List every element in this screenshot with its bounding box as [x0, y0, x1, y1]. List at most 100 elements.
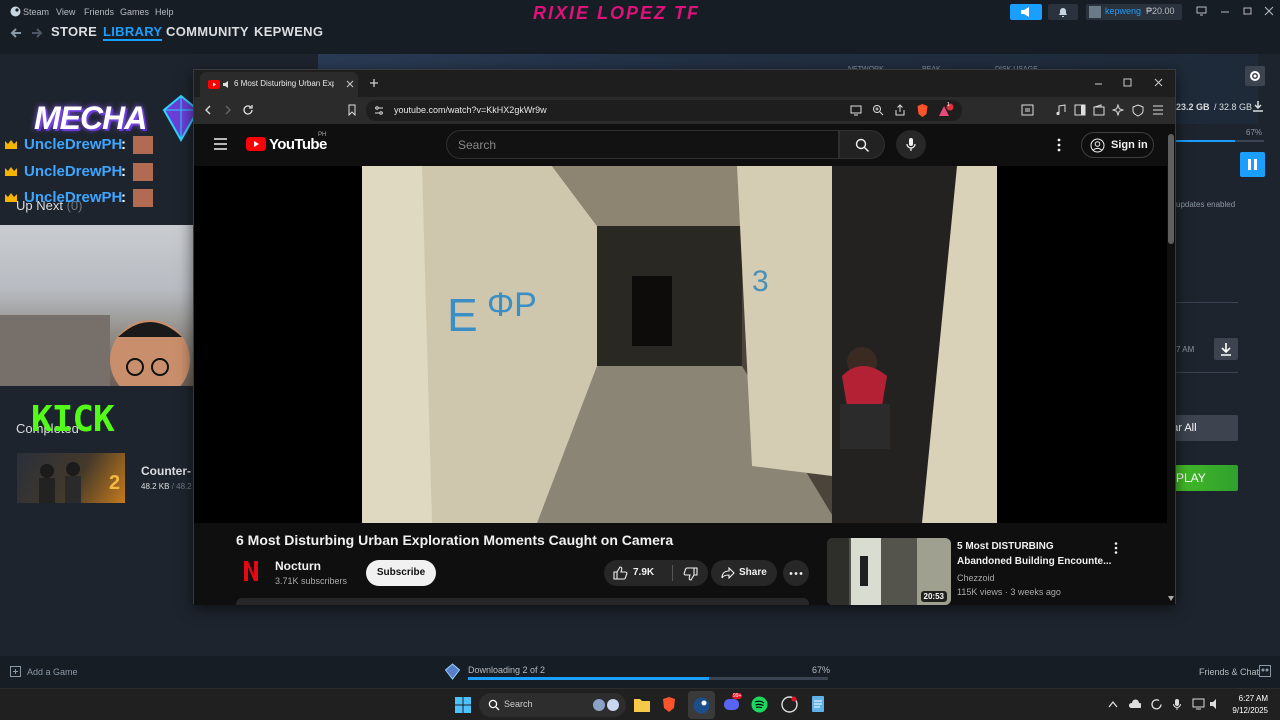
- brave-browser-icon[interactable]: [662, 696, 676, 713]
- clear-all-button[interactable]: ear All: [1166, 415, 1238, 441]
- divider: [1176, 302, 1238, 303]
- clock-date[interactable]: 9/12/2025: [1226, 706, 1268, 715]
- reader-mode-icon[interactable]: [1021, 104, 1034, 116]
- back-arrow-icon[interactable]: [9, 26, 23, 40]
- menu-icon[interactable]: [1152, 105, 1164, 115]
- video-details: 6 Most Disturbing Urban Exploration Mome…: [194, 523, 1167, 605]
- display-icon[interactable]: [1192, 698, 1205, 710]
- wallet-balance: ₱20.00: [1146, 6, 1175, 16]
- windows-start-icon[interactable]: [455, 697, 471, 713]
- search-input[interactable]: Search: [446, 130, 839, 159]
- menu-friends[interactable]: Friends: [84, 7, 114, 17]
- queue-download-button[interactable]: [1214, 338, 1238, 360]
- steam-taskbar-button[interactable]: [688, 691, 715, 719]
- sidebar-icon[interactable]: [1074, 104, 1086, 116]
- notifications-button[interactable]: [1048, 4, 1078, 20]
- clock-time[interactable]: 6:27 AM: [1236, 694, 1268, 703]
- vpn-icon[interactable]: [1132, 104, 1144, 117]
- friends-chat-label[interactable]: Friends & Chat: [1199, 667, 1259, 677]
- leo-ai-icon[interactable]: [1112, 104, 1124, 116]
- back-icon[interactable]: [203, 105, 213, 115]
- completed-game-capsule[interactable]: 2: [17, 453, 125, 503]
- maximize-icon[interactable]: [1123, 78, 1132, 87]
- reload-icon[interactable]: [242, 104, 254, 116]
- page-scrollbar[interactable]: [1167, 124, 1175, 605]
- spotify-icon[interactable]: [751, 696, 768, 713]
- close-icon[interactable]: [1154, 78, 1163, 87]
- add-game-label[interactable]: Add a Game: [27, 667, 78, 677]
- account-menu[interactable]: kepweng ₱20.00: [1086, 4, 1182, 20]
- microphone-icon[interactable]: [1172, 698, 1182, 711]
- menu-steam[interactable]: Steam: [23, 7, 49, 17]
- tab-profile[interactable]: KEPWENG: [254, 24, 323, 39]
- channel-name[interactable]: Nocturn: [275, 559, 321, 573]
- more-options-icon[interactable]: [1114, 542, 1118, 554]
- search-button[interactable]: [839, 130, 885, 159]
- wallet-icon[interactable]: [1093, 104, 1105, 116]
- menu-view[interactable]: View: [56, 7, 75, 17]
- friends-icon[interactable]: [1259, 665, 1271, 677]
- minimize-icon[interactable]: [1094, 79, 1103, 88]
- tab-library[interactable]: LIBRARY: [103, 24, 163, 41]
- recommended-channel[interactable]: Chezzoid: [957, 573, 995, 583]
- close-icon[interactable]: [1264, 6, 1274, 16]
- music-icon[interactable]: [1055, 104, 1066, 116]
- onedrive-icon[interactable]: [1128, 699, 1141, 709]
- dislike-button[interactable]: [673, 560, 708, 586]
- menu-help[interactable]: Help: [155, 7, 174, 17]
- disk-total: / 32.8 GB: [1214, 102, 1253, 112]
- downloading-label[interactable]: Downloading 2 of 2: [468, 665, 545, 675]
- menu-games[interactable]: Games: [120, 7, 149, 17]
- hamburger-menu-icon[interactable]: [213, 138, 228, 150]
- bigpicture-icon[interactable]: [1196, 6, 1207, 16]
- description-box[interactable]: [236, 598, 809, 605]
- sync-icon[interactable]: [1150, 698, 1163, 711]
- play-button[interactable]: PLAY: [1166, 465, 1238, 491]
- more-options-icon[interactable]: [1057, 138, 1061, 152]
- completed-game-title[interactable]: Counter-: [141, 464, 191, 478]
- youtube-logo[interactable]: YouTube PH: [246, 132, 336, 155]
- chevron-up-icon[interactable]: [1108, 700, 1118, 708]
- pause-button[interactable]: [1240, 152, 1265, 177]
- forward-arrow-icon[interactable]: [30, 26, 44, 40]
- youtube-logo-icon: [246, 137, 266, 151]
- completed-game-size: 48.2 KB / 48.2: [141, 482, 192, 491]
- video-player[interactable]: E ΦP 3: [194, 166, 1167, 523]
- announcement-button[interactable]: [1010, 4, 1042, 20]
- microphone-icon: [906, 138, 916, 151]
- forward-icon[interactable]: [223, 105, 233, 115]
- subscribe-button[interactable]: Subscribe: [366, 560, 436, 586]
- file-explorer-icon[interactable]: [634, 697, 650, 712]
- divider: [1176, 372, 1238, 373]
- minimize-icon[interactable]: [1220, 6, 1230, 16]
- chat-colon: :: [121, 163, 126, 180]
- settings-button[interactable]: [1245, 66, 1265, 86]
- recommended-thumbnail[interactable]: 20:53: [827, 538, 951, 605]
- share-button[interactable]: Share: [711, 560, 777, 586]
- new-tab-icon[interactable]: [369, 78, 379, 88]
- volume-icon[interactable]: [1209, 698, 1221, 710]
- browser-tab[interactable]: 6 Most Disturbing Urban Expl: [200, 72, 358, 97]
- scrollbar-thumb[interactable]: [1168, 134, 1174, 244]
- notepad-icon[interactable]: [811, 695, 825, 713]
- add-game-icon[interactable]: [10, 666, 21, 677]
- maximize-icon[interactable]: [1243, 6, 1253, 16]
- tab-community[interactable]: COMMUNITY: [166, 24, 249, 39]
- address-bar[interactable]: youtube.com/watch?v=KkHX2gkWr9w 1: [366, 100, 962, 121]
- search-placeholder: Search: [458, 138, 497, 152]
- github-desktop-icon[interactable]: [781, 696, 798, 713]
- tab-store[interactable]: STORE: [51, 24, 97, 39]
- recommended-title-line2[interactable]: Abandoned Building Encounte...: [957, 556, 1111, 567]
- more-actions-button[interactable]: [783, 560, 809, 586]
- channel-avatar[interactable]: [241, 559, 261, 583]
- sign-in-button[interactable]: Sign in: [1081, 132, 1154, 158]
- discord-icon[interactable]: [723, 697, 740, 712]
- voice-search-button[interactable]: [896, 130, 926, 159]
- disk-used: 23.2 GB: [1176, 102, 1210, 112]
- bell-icon: [1059, 8, 1067, 17]
- taskbar-search[interactable]: Search: [479, 693, 626, 717]
- recommended-title-line1[interactable]: 5 Most DISTURBING: [957, 541, 1054, 552]
- country-code: PH: [318, 132, 327, 138]
- bookmark-icon[interactable]: [347, 104, 357, 116]
- like-button[interactable]: 7.9K: [604, 560, 672, 586]
